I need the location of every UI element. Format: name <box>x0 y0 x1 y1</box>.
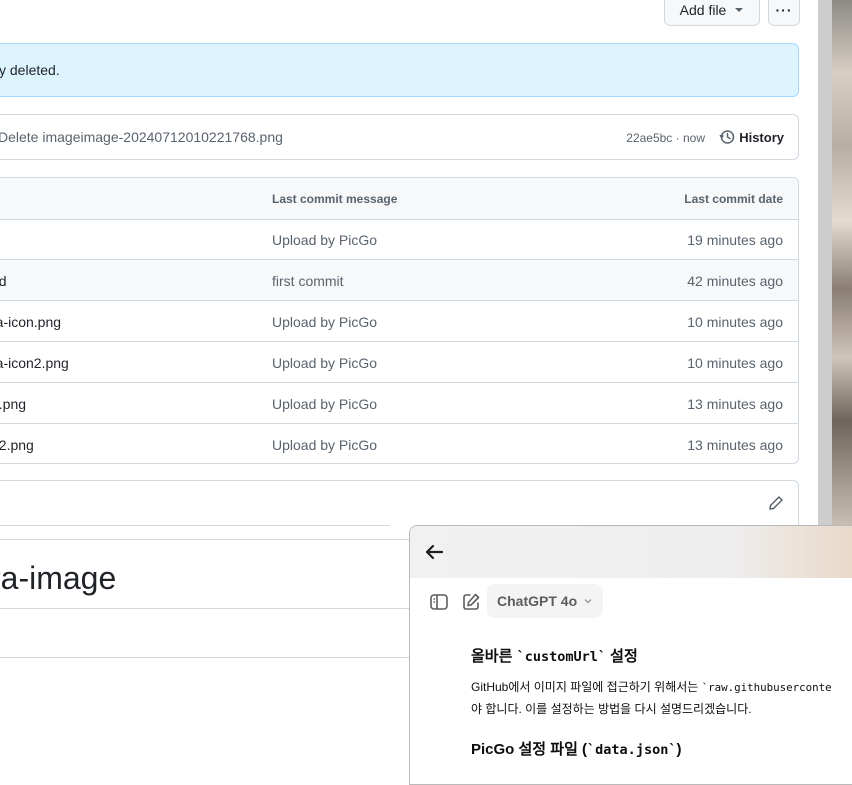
sidebar-toggle-icon[interactable] <box>429 592 449 612</box>
commit-date: 13 minutes ago <box>687 396 783 412</box>
commit-date: 42 minutes ago <box>687 273 783 289</box>
flash-message: y deleted. <box>0 43 799 97</box>
inline-code: `raw.githubuserconte <box>701 681 832 694</box>
table-row[interactable]: ra-icon.png Upload by PicGo 10 minutes a… <box>0 301 798 342</box>
history-label: History <box>739 129 784 145</box>
commit-message-link[interactable]: Upload by PicGo <box>272 232 377 248</box>
header-last-commit-date: Last commit date <box>684 192 783 206</box>
scrollbar[interactable] <box>818 0 832 526</box>
commit-date: 10 minutes ago <box>687 355 783 371</box>
back-arrow-icon[interactable] <box>422 540 446 564</box>
divider <box>0 525 390 526</box>
divider <box>0 608 410 609</box>
background-photo <box>832 0 852 526</box>
inline-code: `data.json` <box>587 742 677 758</box>
flash-text: y deleted. <box>0 62 60 78</box>
triangle-down-icon <box>735 8 744 12</box>
response-paragraph: GitHub에서 이미지 파일에 접근하기 위해서는 `raw.githubus… <box>471 678 832 695</box>
commit-message-link[interactable]: Upload by PicGo <box>272 437 377 453</box>
window-titlebar <box>410 526 852 578</box>
paragraph-text: GitHub에서 이미지 파일에 접근하기 위해서는 <box>471 680 702 694</box>
header-last-commit-message: Last commit message <box>272 192 398 206</box>
commit-date: 19 minutes ago <box>687 232 783 248</box>
divider <box>0 657 410 658</box>
file-name-link[interactable]: ra-icon2.png <box>0 355 69 371</box>
latest-commit-bar: Delete imageimage-20240712010221768.png … <box>0 114 799 160</box>
add-file-label: Add file <box>679 2 727 18</box>
history-button[interactable]: History <box>719 129 784 145</box>
commit-date: 10 minutes ago <box>687 314 783 330</box>
file-table: Last commit message Last commit date Upl… <box>0 177 799 464</box>
new-chat-icon[interactable] <box>461 592 481 612</box>
inline-code: `customUrl` <box>516 649 606 665</box>
table-row[interactable]: n.png Upload by PicGo 13 minutes ago <box>0 383 798 424</box>
commit-message-link[interactable]: first commit <box>272 273 344 289</box>
table-row[interactable]: n2.png Upload by PicGo 13 minutes ago <box>0 424 798 463</box>
response-paragraph: 야 합니다. 이를 설정하는 방법을 다시 설명드리겠습니다. <box>471 702 752 716</box>
heading-text: PicGo 설정 파일 ( <box>471 741 588 758</box>
file-name-link[interactable]: nd <box>0 273 7 289</box>
heading-text: 올바른 <box>471 648 517 665</box>
more-options-button[interactable]: ··· <box>768 0 800 26</box>
kebab-icon: ··· <box>775 2 793 18</box>
response-heading: 올바른 `customUrl` 설정 <box>471 645 638 666</box>
readme-title: ra-image <box>0 560 117 596</box>
chatgpt-window: ChatGPT 4o 올바른 `customUrl` 설정 GitHub에서 이… <box>409 525 852 785</box>
pencil-icon <box>769 496 783 510</box>
file-name-link[interactable]: n.png <box>0 396 26 412</box>
model-selector[interactable]: ChatGPT 4o <box>487 584 604 618</box>
model-label: ChatGPT 4o <box>497 593 578 609</box>
file-name-link[interactable]: n2.png <box>0 437 34 453</box>
edit-readme-button[interactable] <box>768 495 784 516</box>
heading-text: ) <box>676 741 682 758</box>
chevron-down-icon <box>584 599 592 604</box>
commit-date: 13 minutes ago <box>687 437 783 453</box>
file-table-header: Last commit message Last commit date <box>0 178 798 220</box>
chat-panel: ChatGPT 4o 올바른 `customUrl` 설정 GitHub에서 이… <box>410 578 852 784</box>
history-icon <box>719 130 735 144</box>
response-heading: PicGo 설정 파일 (`data.json`) <box>471 738 681 759</box>
commit-message-link[interactable]: Upload by PicGo <box>272 314 377 330</box>
file-name-link[interactable]: ra-icon.png <box>0 314 61 330</box>
table-row[interactable]: nd first commit 42 minutes ago <box>0 260 798 301</box>
commit-message-link[interactable]: Upload by PicGo <box>272 355 377 371</box>
table-row[interactable]: ra-icon2.png Upload by PicGo 10 minutes … <box>0 342 798 383</box>
table-row[interactable]: Upload by PicGo 19 minutes ago <box>0 219 798 260</box>
commit-message-link[interactable]: Delete imageimage-20240712010221768.png <box>0 129 283 145</box>
commit-message-link[interactable]: Upload by PicGo <box>272 396 377 412</box>
heading-text: 설정 <box>605 648 638 665</box>
add-file-button[interactable]: Add file <box>664 0 760 26</box>
commit-sha-time[interactable]: 22ae5bc · now <box>626 131 705 145</box>
